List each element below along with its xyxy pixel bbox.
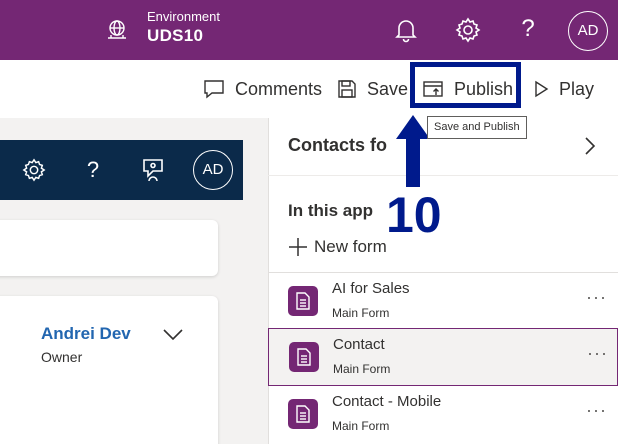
form-type: Main Form bbox=[332, 306, 390, 320]
section-label: In this app bbox=[288, 201, 373, 220]
comment-icon bbox=[204, 80, 224, 99]
form-type: Main Form bbox=[332, 419, 390, 433]
form-name: Contact - Mobile bbox=[332, 393, 442, 410]
new-form-button[interactable]: New form bbox=[288, 234, 387, 260]
chevron-down-icon[interactable] bbox=[162, 327, 184, 343]
panel-divider bbox=[268, 175, 618, 176]
gear-icon[interactable] bbox=[22, 158, 46, 182]
environment-label: Environment bbox=[147, 9, 220, 24]
more-options-icon[interactable]: ··· bbox=[586, 400, 607, 421]
owner-role: Owner bbox=[41, 349, 83, 365]
play-button[interactable]: Play bbox=[533, 60, 594, 118]
play-icon bbox=[535, 80, 549, 98]
help-icon[interactable]: ? bbox=[84, 155, 102, 185]
more-options-icon[interactable]: ··· bbox=[587, 343, 608, 364]
play-label: Play bbox=[559, 78, 595, 99]
publish-tooltip: Save and Publish bbox=[427, 116, 527, 139]
comments-label: Comments bbox=[235, 78, 323, 99]
publish-highlight-box bbox=[410, 62, 521, 108]
preview-card bbox=[0, 220, 218, 276]
form-type: Main Form bbox=[333, 362, 391, 376]
help-icon[interactable]: ? bbox=[516, 14, 540, 44]
gear-icon[interactable] bbox=[455, 17, 481, 43]
command-bar: Comments Save Publish Play bbox=[0, 60, 618, 118]
environment-name[interactable]: UDS10 bbox=[147, 26, 203, 46]
more-options-icon[interactable]: ··· bbox=[586, 287, 607, 308]
plus-icon bbox=[289, 238, 307, 256]
comments-button[interactable]: Comments bbox=[203, 60, 322, 118]
form-name: Contact bbox=[333, 336, 385, 353]
owner-card bbox=[0, 296, 218, 444]
save-button[interactable]: Save bbox=[337, 60, 408, 118]
form-list-item[interactable]: AI for Sales Main Form ··· bbox=[268, 273, 618, 331]
save-label: Save bbox=[367, 78, 409, 99]
save-icon bbox=[338, 80, 356, 98]
form-icon bbox=[289, 342, 319, 372]
form-list-item[interactable]: Contact - Mobile Main Form ··· bbox=[268, 386, 618, 444]
form-icon bbox=[288, 286, 318, 316]
globe-icon bbox=[108, 20, 126, 39]
step-number: 10 bbox=[386, 187, 442, 243]
new-form-label: New form bbox=[314, 237, 387, 256]
user-avatar[interactable]: AD bbox=[568, 11, 608, 51]
chevron-right-icon[interactable] bbox=[583, 136, 597, 156]
owner-name[interactable]: Andrei Dev bbox=[41, 324, 131, 344]
preview-header: ? AD bbox=[0, 140, 243, 200]
assistant-chat-icon[interactable] bbox=[140, 157, 166, 183]
form-icon bbox=[288, 399, 318, 429]
top-bar: Environment UDS10 ? AD bbox=[0, 0, 618, 60]
bell-icon[interactable] bbox=[394, 17, 418, 43]
form-list-item-selected[interactable]: Contact Main Form ··· bbox=[268, 328, 618, 386]
panel-title: Contacts fo bbox=[288, 135, 387, 155]
form-name: AI for Sales bbox=[332, 280, 410, 297]
user-avatar[interactable]: AD bbox=[193, 150, 233, 190]
